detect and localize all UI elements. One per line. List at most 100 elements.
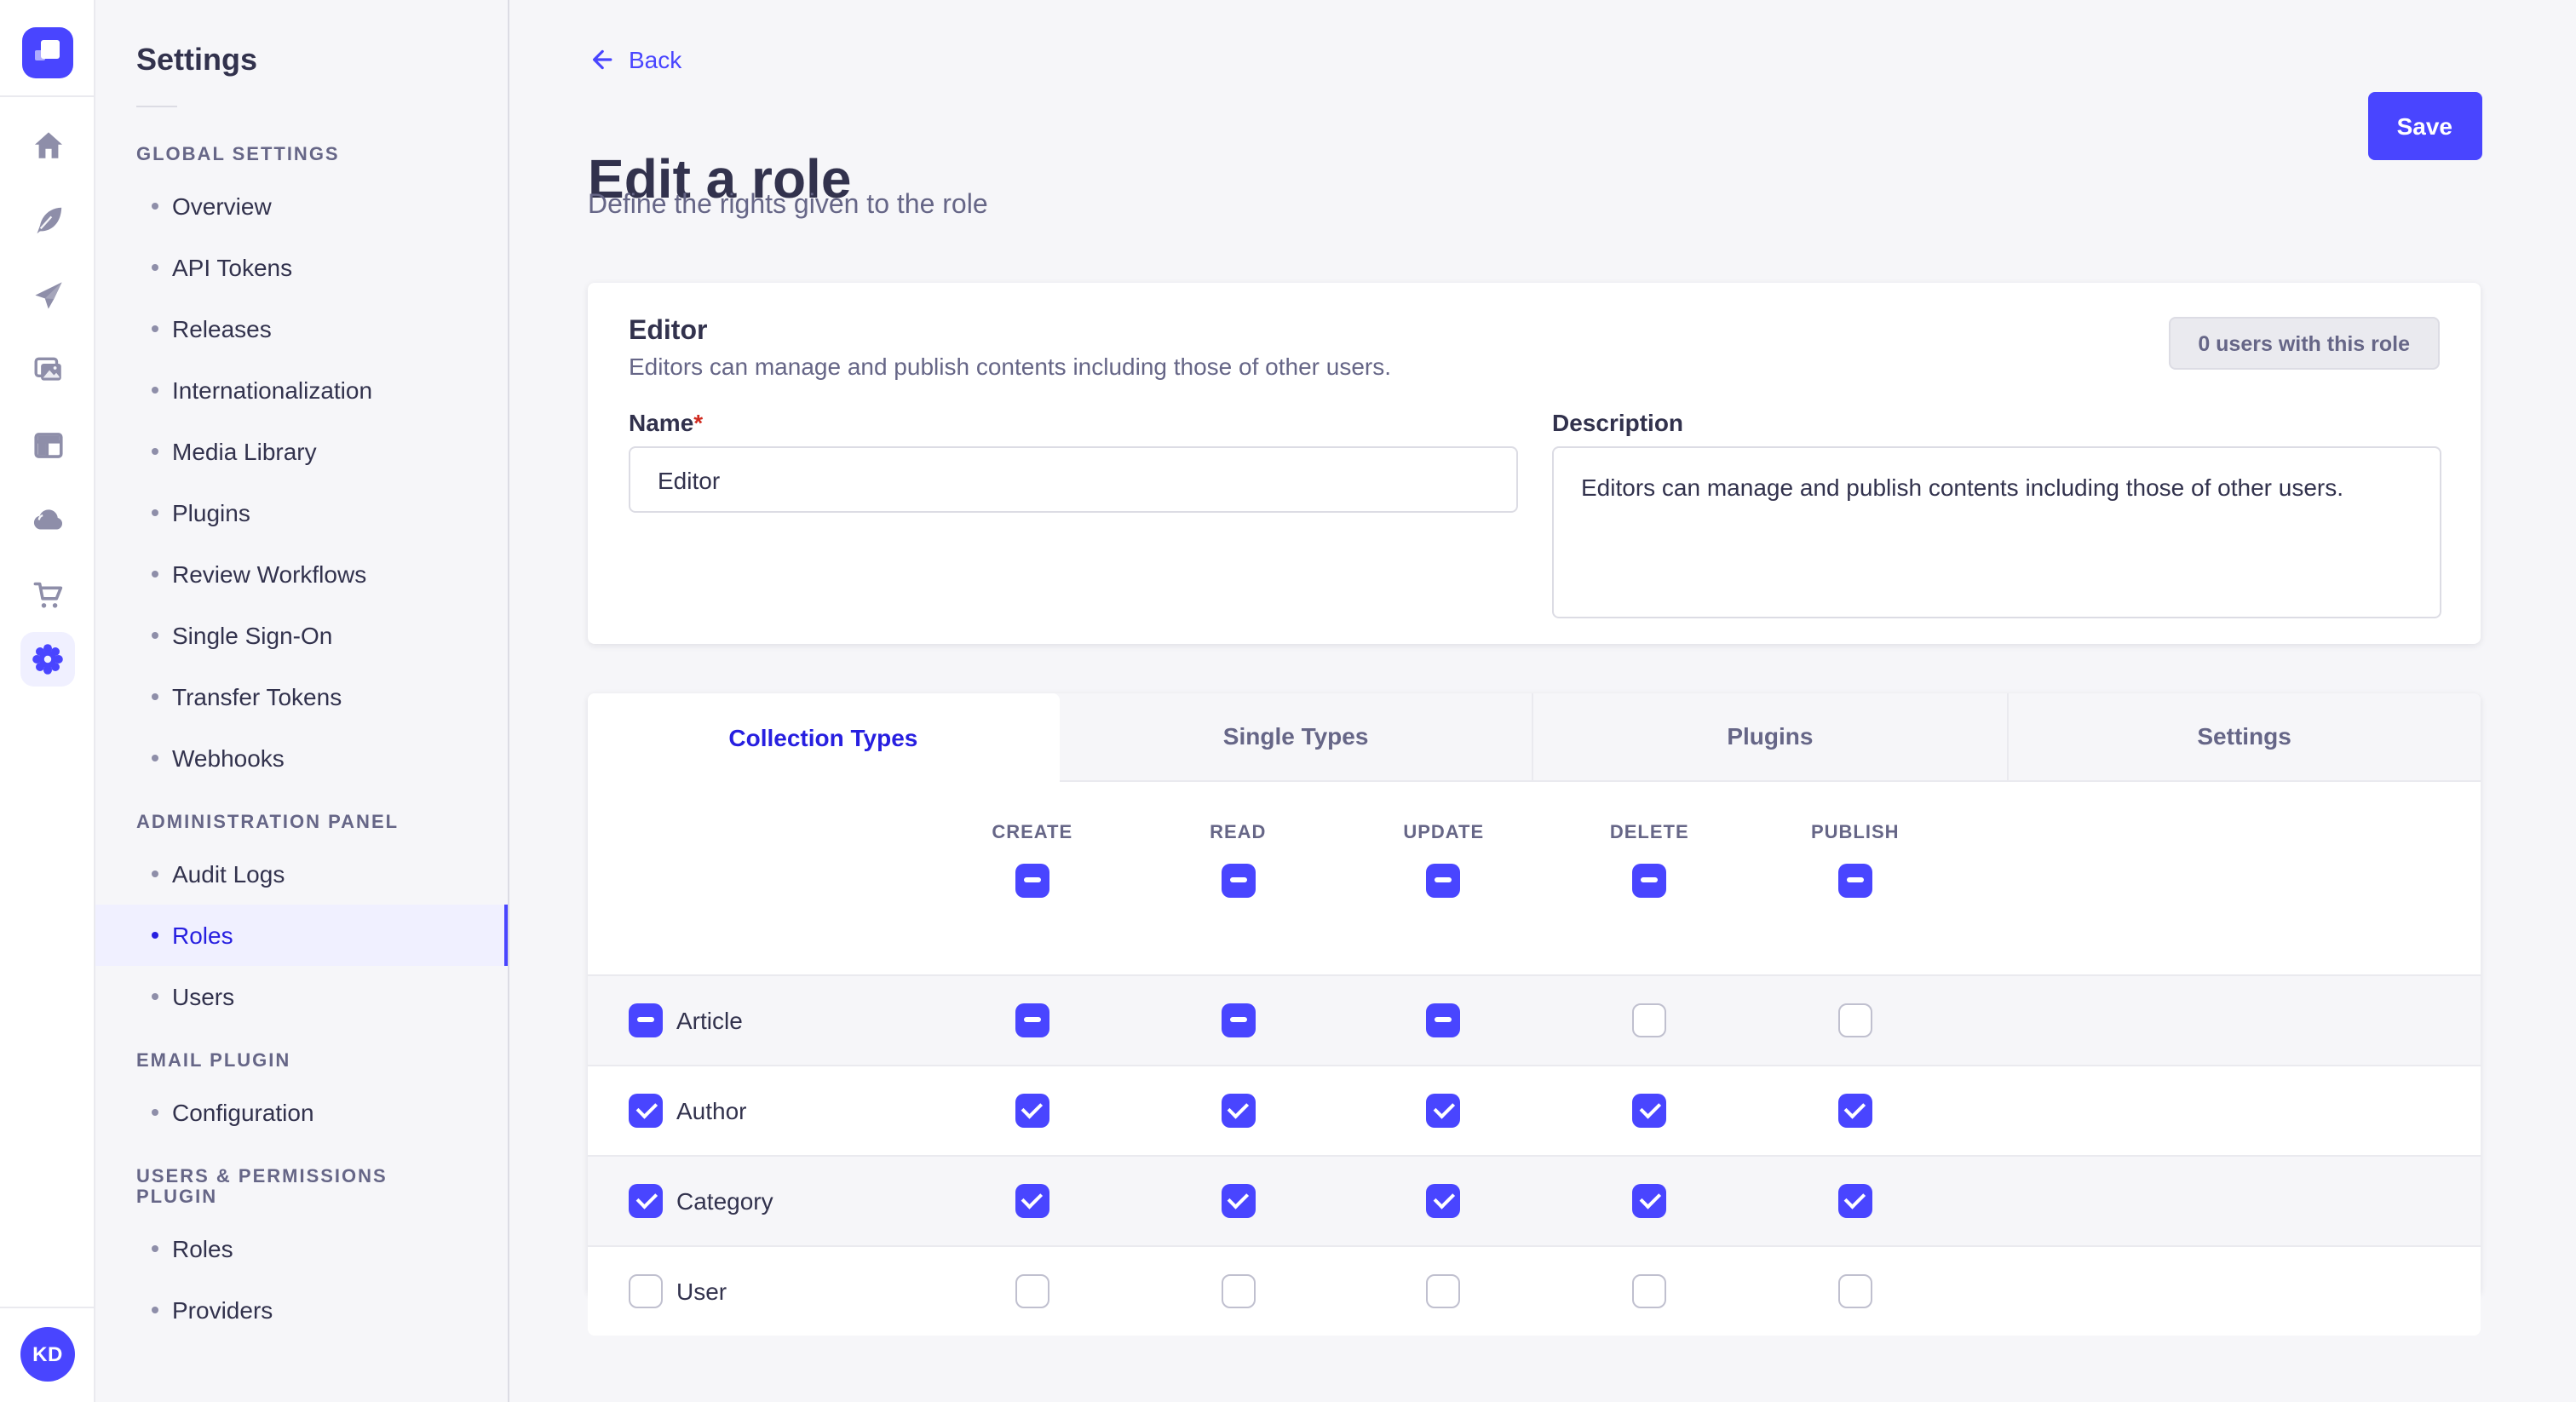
- description-field-group: Description Editors can manage and publi…: [1552, 411, 2441, 618]
- article-update-checkbox[interactable]: [1427, 1003, 1461, 1037]
- select-all-publish-checkbox[interactable]: [1838, 863, 1872, 897]
- sidebar-item-internationalization[interactable]: Internationalization: [95, 359, 508, 421]
- required-asterisk: *: [693, 409, 703, 436]
- category-create-checkbox[interactable]: [1015, 1183, 1049, 1217]
- sidebar-item-label: Review Workflows: [172, 560, 366, 588]
- user-create-checkbox[interactable]: [1015, 1273, 1049, 1307]
- user-avatar[interactable]: KD: [20, 1327, 75, 1382]
- article-create-checkbox[interactable]: [1015, 1003, 1049, 1037]
- bullet-icon: [152, 1307, 158, 1313]
- sidebar-item-overview[interactable]: Overview: [95, 175, 508, 237]
- user-read-checkbox[interactable]: [1221, 1273, 1255, 1307]
- role-description-text: Editors can manage and publish contents …: [629, 354, 1391, 380]
- back-label: Back: [629, 46, 681, 73]
- user-delete-checkbox[interactable]: [1632, 1273, 1666, 1307]
- permissions-table: CREATEREADUPDATEDELETEPUBLISH ArticleAut…: [587, 781, 2481, 1335]
- column-header-publish: PUBLISH: [1752, 822, 1958, 842]
- sidebar-section-label: USERS & PERMISSIONS PLUGIN: [95, 1143, 508, 1218]
- layout-icon[interactable]: [0, 414, 95, 475]
- sidebar-item-roles[interactable]: Roles: [95, 1218, 508, 1279]
- category-update-checkbox[interactable]: [1427, 1183, 1461, 1217]
- article-delete-checkbox[interactable]: [1632, 1003, 1666, 1037]
- select-all-read-checkbox[interactable]: [1221, 863, 1255, 897]
- cart-icon[interactable]: [0, 564, 95, 625]
- tab-settings[interactable]: Settings: [2006, 692, 2481, 781]
- sidebar-item-roles[interactable]: Roles: [95, 905, 508, 966]
- description-label: Description: [1552, 411, 2441, 434]
- description-textarea[interactable]: Editors can manage and publish contents …: [1552, 446, 2441, 618]
- sidebar-item-transfer-tokens[interactable]: Transfer Tokens: [95, 666, 508, 727]
- column-header-create: CREATE: [929, 822, 1136, 842]
- sidebar-item-label: Users: [172, 983, 234, 1010]
- author-publish-checkbox[interactable]: [1838, 1093, 1872, 1127]
- user-publish-checkbox[interactable]: [1838, 1273, 1872, 1307]
- sidebar-item-label: Audit Logs: [172, 860, 285, 888]
- category-delete-checkbox[interactable]: [1632, 1183, 1666, 1217]
- sidebar-item-label: Roles: [172, 922, 233, 949]
- sidebar-section-label: GLOBAL SETTINGS: [95, 121, 508, 175]
- cloud-icon[interactable]: [0, 489, 95, 550]
- save-button[interactable]: Save: [2368, 92, 2481, 160]
- column-header-delete: DELETE: [1547, 822, 1753, 842]
- permissions-table-body: ArticleAuthorCategoryUser: [587, 974, 2481, 1335]
- sidebar-item-label: Plugins: [172, 499, 250, 526]
- column-header-read: READ: [1136, 822, 1342, 842]
- name-input[interactable]: Editor: [629, 446, 1517, 513]
- feather-icon[interactable]: [0, 189, 95, 250]
- settings-nav-active[interactable]: [20, 632, 75, 687]
- media-icon[interactable]: [0, 339, 95, 400]
- sidebar-item-media-library[interactable]: Media Library: [95, 421, 508, 482]
- bullet-icon: [152, 1109, 158, 1116]
- sidebar-title: Settings: [95, 0, 508, 78]
- sidebar-item-single-sign-on[interactable]: Single Sign-On: [95, 605, 508, 666]
- sidebar-item-providers[interactable]: Providers: [95, 1279, 508, 1341]
- sidebar-item-configuration[interactable]: Configuration: [95, 1082, 508, 1143]
- select-all-update-checkbox[interactable]: [1427, 863, 1461, 897]
- tab-plugins[interactable]: Plugins: [1532, 692, 2007, 781]
- send-icon[interactable]: [0, 264, 95, 325]
- user-update-checkbox[interactable]: [1427, 1273, 1461, 1307]
- strapi-logo-icon: [29, 34, 66, 72]
- author-delete-checkbox[interactable]: [1632, 1093, 1666, 1127]
- role-details-card: Editor Editors can manage and publish co…: [587, 283, 2481, 644]
- bullet-icon: [152, 448, 158, 455]
- users-with-role-badge[interactable]: 0 users with this role: [2169, 317, 2439, 370]
- category-publish-checkbox[interactable]: [1838, 1183, 1872, 1217]
- sidebar-item-api-tokens[interactable]: API Tokens: [95, 237, 508, 298]
- article-read-checkbox[interactable]: [1221, 1003, 1255, 1037]
- row-article-checkbox[interactable]: [629, 1003, 663, 1037]
- sidebar-item-label: Roles: [172, 1235, 233, 1262]
- sidebar-item-label: Webhooks: [172, 744, 285, 772]
- sidebar-item-label: Releases: [172, 315, 272, 342]
- table-row-author: Author: [587, 1064, 2481, 1154]
- name-label: Name*: [629, 411, 1517, 434]
- app-window: KD Settings GLOBAL SETTINGSOverviewAPI T…: [0, 0, 2576, 1402]
- row-author-checkbox[interactable]: [629, 1093, 663, 1127]
- sidebar-item-label: Providers: [172, 1296, 273, 1324]
- home-icon[interactable]: [0, 114, 95, 175]
- row-user-checkbox[interactable]: [629, 1273, 663, 1307]
- sidebar-item-users[interactable]: Users: [95, 966, 508, 1027]
- article-publish-checkbox[interactable]: [1838, 1003, 1872, 1037]
- sidebar-item-plugins[interactable]: Plugins: [95, 482, 508, 543]
- tab-collection-types[interactable]: Collection Types: [587, 692, 1060, 781]
- permissions-tabs: Collection TypesSingle TypesPluginsSetti…: [587, 692, 2481, 781]
- back-link[interactable]: Back: [588, 46, 681, 73]
- bullet-icon: [152, 1245, 158, 1252]
- select-all-delete-checkbox[interactable]: [1632, 863, 1666, 897]
- select-all-create-checkbox[interactable]: [1015, 863, 1049, 897]
- strapi-logo[interactable]: [22, 27, 73, 78]
- author-create-checkbox[interactable]: [1015, 1093, 1049, 1127]
- sidebar-item-label: Single Sign-On: [172, 622, 332, 649]
- sidebar-item-webhooks[interactable]: Webhooks: [95, 727, 508, 789]
- sidebar-item-releases[interactable]: Releases: [95, 298, 508, 359]
- bullet-icon: [152, 203, 158, 210]
- tab-single-types[interactable]: Single Types: [1060, 692, 1532, 781]
- row-category-checkbox[interactable]: [629, 1183, 663, 1217]
- category-read-checkbox[interactable]: [1221, 1183, 1255, 1217]
- author-update-checkbox[interactable]: [1427, 1093, 1461, 1127]
- bullet-icon: [152, 871, 158, 877]
- sidebar-item-review-workflows[interactable]: Review Workflows: [95, 543, 508, 605]
- author-read-checkbox[interactable]: [1221, 1093, 1255, 1127]
- sidebar-item-audit-logs[interactable]: Audit Logs: [95, 843, 508, 905]
